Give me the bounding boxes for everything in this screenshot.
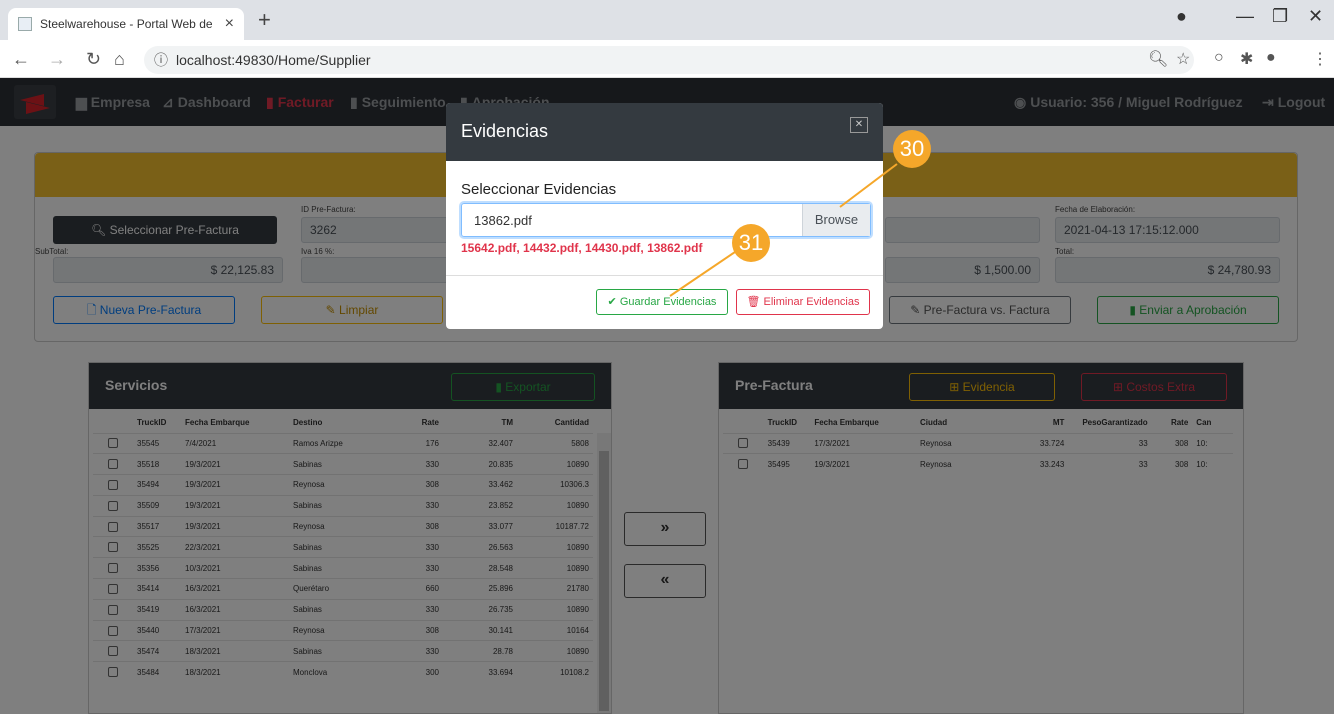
callout-30: 30 <box>893 130 931 168</box>
callout-31: 31 <box>732 224 770 262</box>
callout-lines <box>669 163 898 297</box>
